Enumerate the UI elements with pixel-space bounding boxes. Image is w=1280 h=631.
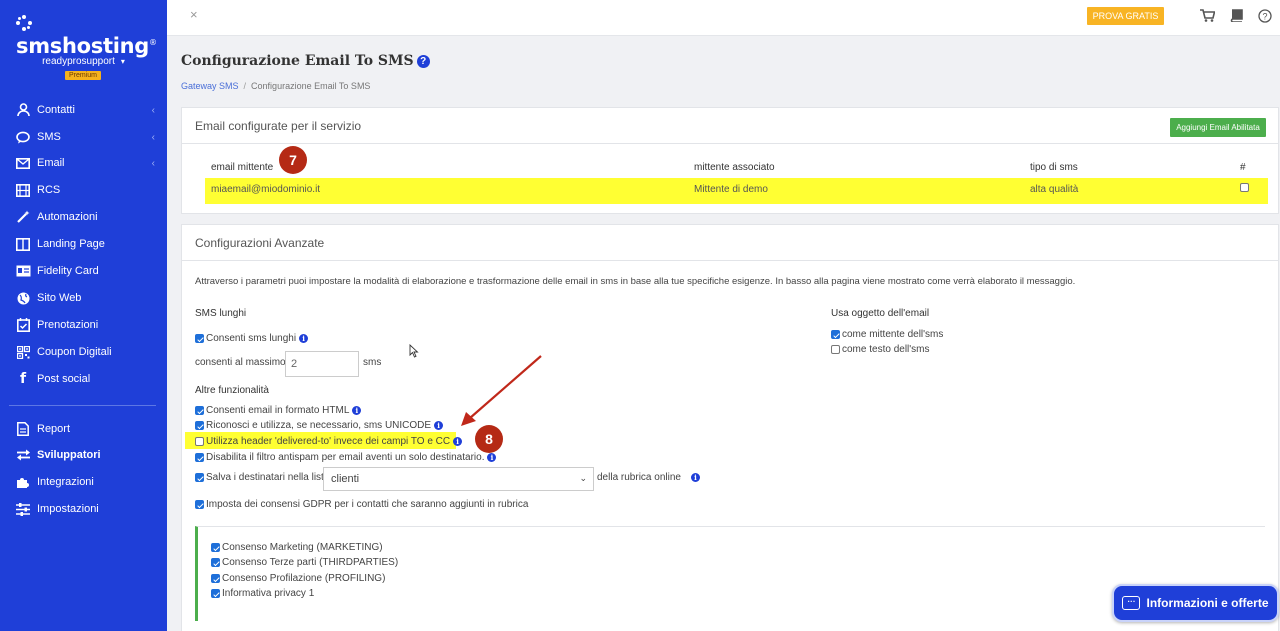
annotation-arrow — [461, 355, 542, 426]
info-offers-chat-button[interactable]: ··· Informazioni e offerte — [1112, 584, 1279, 622]
chat-icon: ··· — [1122, 596, 1141, 610]
mouse-cursor-icon — [409, 344, 419, 358]
chat-button-label: Informazioni e offerte — [1146, 596, 1269, 610]
annotation-step-8: 8 — [475, 425, 503, 453]
